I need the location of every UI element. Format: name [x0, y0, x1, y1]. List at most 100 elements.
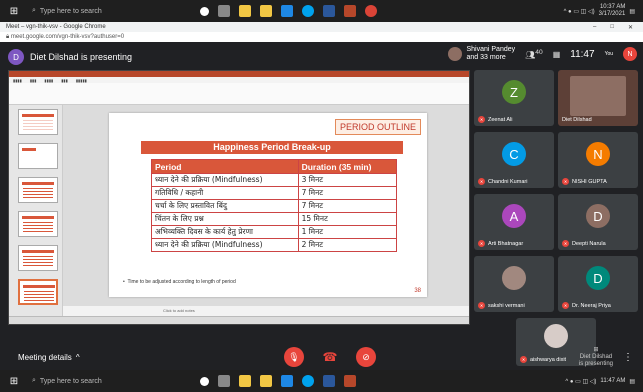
participant-tile[interactable]: A ✕ Arti Bhatnagar [474, 194, 554, 250]
minimize-icon[interactable]: – [593, 24, 596, 31]
windows-start-icon[interactable]: ⊞ [0, 370, 28, 392]
slide-heading: Happiness Period Break-up [141, 141, 403, 154]
bottom-taskbar: ⊞ ⌕ Type here to search ^ ● ▭ ◫ ◁) 11:47… [0, 370, 643, 392]
chrome-icon[interactable] [365, 5, 377, 17]
chevron-up-icon: ^ [75, 352, 80, 362]
taskbar-search[interactable]: ⌕ Type here to search [28, 373, 178, 389]
avatar [448, 47, 463, 61]
url-text: meet.google.com/vgn-thik-vsv?authuser=0 [10, 34, 125, 40]
address-bar[interactable]: 🔒︎ meet.google.com/vgn-thik-vsv?authuser… [0, 32, 643, 42]
shopping-bag-icon[interactable] [260, 5, 272, 17]
search-icon: ⌕ [32, 377, 36, 384]
tray-clock[interactable]: 10:37 AM 3/17/2021 [599, 4, 626, 18]
participant-tile[interactable]: D ✕ Dr. Neeraj Priya [558, 256, 638, 312]
end-call-button[interactable]: ☎︎ [320, 347, 340, 367]
edge-icon[interactable] [302, 5, 314, 17]
slide-canvas: PERIOD OUTLINE Happiness Period Break-up… [63, 105, 469, 316]
table-row: चिंतन के लिए प्रश्न 15 मिनट [151, 212, 398, 226]
people-more: and 33 more [466, 54, 506, 61]
table-row: ध्यान देने की प्रक्रिया (Mindfulness) 2 म… [151, 238, 398, 252]
participant-tile[interactable]: C ✕ Chandni Kumari [474, 132, 554, 188]
mic-off-icon: ✕ [478, 240, 485, 247]
more-options-icon[interactable]: ⋮ [623, 352, 633, 363]
slide-thumbnails [9, 105, 63, 316]
participant-tile[interactable]: Z ✕ Zeenat Ali [474, 70, 554, 126]
slide-number: 38 [414, 288, 421, 294]
present-icon: ⊞ [593, 346, 599, 353]
cortana-icon[interactable] [200, 376, 209, 386]
system-tray: ^ ● ▭ ◫ ◁) 10:37 AM 3/17/2021 ▤ [564, 4, 643, 18]
slide-thumbnail[interactable] [18, 211, 58, 237]
slide-thumbnail-active[interactable] [18, 279, 58, 305]
shared-screen: ▮▮▮▮ ▮▮▮ ▮▮▮▮ ▮▮▮ ▮▮▮▮▮ PERIOD OUTLINE Happi… [8, 70, 470, 325]
tray-icons[interactable]: ^ ● ▭ ◫ ◁) [564, 8, 595, 15]
taskbar-apps [200, 5, 377, 17]
slide-thumbnail[interactable] [18, 143, 58, 169]
table-header: Period [151, 159, 299, 174]
people-icon[interactable]: 👥︎40 [525, 49, 543, 60]
mic-off-icon: ✕ [478, 302, 485, 309]
taskbar-apps [200, 375, 356, 387]
present-now-button[interactable]: ⊞ Diet Dilshad is presenting [579, 347, 613, 368]
self-avatar[interactable]: N [623, 47, 637, 61]
people-name: Shivani Pandey [466, 46, 516, 53]
windows-start-icon[interactable]: ⊞ [0, 0, 28, 22]
presenter-avatar: D [8, 49, 24, 65]
table-row: गतिविधि / कहानी 7 मिनट [151, 186, 398, 200]
close-icon[interactable]: ✕ [628, 24, 633, 31]
avatar: Z [502, 80, 526, 104]
presenting-label: Diet Dilshad is presenting [30, 52, 133, 62]
avatar: C [502, 142, 526, 166]
top-taskbar: ⊞ ⌕ Type here to search ^ ● ▭ ◫ ◁) 10:37… [0, 0, 643, 22]
participant-tile[interactable]: ✕ sakshi vermani [474, 256, 554, 312]
powerpoint-icon[interactable] [344, 5, 356, 17]
task-view-icon[interactable] [218, 5, 230, 17]
call-controls: 🎙︎ ☎︎ ⊘ [284, 347, 376, 367]
taskbar-search-placeholder: Type here to search [39, 7, 102, 15]
tray-clock[interactable]: 11:47 AM [600, 378, 625, 385]
window-controls: – □ ✕ [593, 24, 643, 31]
slide-thumbnail[interactable] [18, 109, 58, 135]
avatar: D [586, 204, 610, 228]
avatar: D [586, 266, 610, 290]
notes-pane[interactable]: Click to add notes [63, 306, 469, 316]
tray-icons[interactable]: ^ ● ▭ ◫ ◁) [565, 378, 596, 385]
search-icon: ⌕ [32, 7, 36, 14]
chat-icon[interactable]: ▦ [553, 50, 561, 59]
word-icon[interactable] [323, 5, 335, 17]
you-label: You [604, 51, 613, 57]
avatar [502, 266, 526, 290]
word-icon[interactable] [323, 375, 335, 387]
meet-bottom-bar: Meeting details ^ 🎙︎ ☎︎ ⊘ ⊞ Diet Dilshad… [0, 344, 643, 370]
store-icon[interactable] [281, 375, 293, 387]
ppt-ribbon [9, 83, 469, 105]
edge-icon[interactable] [302, 375, 314, 387]
meeting-details-button[interactable]: Meeting details ^ [18, 353, 80, 362]
maximize-icon[interactable]: □ [610, 24, 614, 31]
participant-tile[interactable]: Diet Dilshad [558, 70, 638, 126]
slide-thumbnail[interactable] [18, 245, 58, 271]
notification-icon[interactable]: ▤ [629, 378, 635, 385]
file-explorer-icon[interactable] [239, 5, 251, 17]
meet-clock: 11:47 [570, 48, 595, 60]
taskbar-search[interactable]: ⌕ Type here to search [28, 3, 178, 19]
participant-tile[interactable]: N ✕ NISHI GUPTA [558, 132, 638, 188]
ppt-body: PERIOD OUTLINE Happiness Period Break-up… [9, 105, 469, 316]
mic-off-button[interactable]: 🎙︎ [284, 347, 304, 367]
slide-thumbnail[interactable] [18, 177, 58, 203]
slide: PERIOD OUTLINE Happiness Period Break-up… [109, 113, 427, 297]
notification-icon[interactable]: ▤ [629, 8, 635, 15]
presenting-header: D Diet Dilshad is presenting [8, 49, 132, 65]
table-header: Duration (35 min) [297, 159, 398, 174]
store-icon[interactable] [281, 5, 293, 17]
participant-tile[interactable]: D ✕ Deepti Narula [558, 194, 638, 250]
powerpoint-icon[interactable] [344, 375, 356, 387]
meet-top-right: Shivani Pandey and 33 more 👥︎40 ▦ 11:47 … [448, 46, 637, 62]
task-view-icon[interactable] [218, 375, 230, 387]
shopping-bag-icon[interactable] [260, 375, 272, 387]
cortana-icon[interactable] [200, 6, 209, 16]
file-explorer-icon[interactable] [239, 375, 251, 387]
camera-off-button[interactable]: ⊘ [356, 347, 376, 367]
people-summary[interactable]: Shivani Pandey and 33 more [448, 46, 515, 62]
avatar: N [586, 142, 610, 166]
